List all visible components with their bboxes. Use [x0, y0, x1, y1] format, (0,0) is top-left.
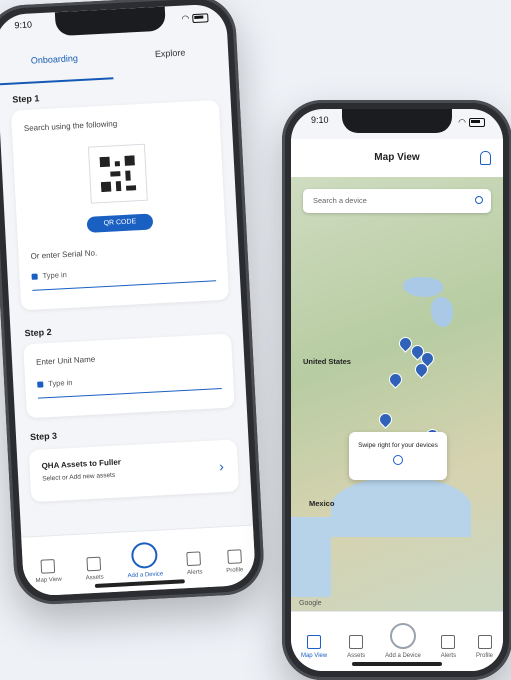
status-time: 9:10 — [311, 115, 329, 125]
step2-card: Enter Unit Name Type in — [23, 333, 235, 419]
swipe-hint-card[interactable]: Swipe right for your devices — [349, 432, 447, 480]
wifi-icon: ◠ — [181, 12, 190, 24]
alert-icon — [186, 551, 202, 567]
search-icon — [475, 196, 483, 204]
step2-instruction: Enter Unit Name — [35, 354, 96, 367]
great-lakes — [403, 277, 443, 297]
tab-label: Map View — [35, 576, 62, 585]
unit-placeholder: Type in — [48, 377, 73, 389]
unit-name-input[interactable]: Type in — [37, 370, 222, 399]
map[interactable]: Search a device United States Mexico Swi… — [291, 177, 503, 611]
tab-label: Add a Device — [127, 571, 164, 580]
google-logo: Google — [299, 600, 322, 607]
great-lakes — [431, 297, 453, 327]
chevron-right-icon: › — [218, 458, 225, 475]
search-placeholder: Search a device — [313, 196, 367, 205]
tab-label: Alerts — [440, 653, 457, 659]
tabbar-profile[interactable]: Profile — [476, 635, 493, 659]
wifi-icon: ◠ — [458, 116, 466, 127]
qr-code-button[interactable]: QR CODE — [86, 213, 154, 233]
refresh-icon — [393, 455, 403, 465]
tabbar-map-view[interactable]: Map View — [34, 559, 62, 585]
tab-label: Alerts — [186, 569, 203, 577]
alert-icon — [441, 635, 456, 649]
map-label-us: United States — [303, 357, 351, 366]
user-icon — [477, 635, 492, 649]
tab-label: Map View — [300, 653, 328, 659]
tabbar-add-device[interactable]: Add a Device — [127, 541, 164, 580]
map-label-mexico: Mexico — [309, 499, 335, 508]
step3-card[interactable]: QHA Assets to Fuller Select or Add new a… — [28, 439, 240, 503]
tabbar-profile[interactable]: Profile — [225, 549, 243, 574]
gulf-of-mexico — [331, 477, 471, 537]
step1-card: Search using the following QR CODE Or en… — [10, 99, 230, 311]
user-icon[interactable] — [480, 151, 491, 165]
top-tabs: Onboarding Explore — [0, 33, 229, 86]
search-input[interactable]: Search a device — [303, 189, 491, 213]
step1-label: Step 1 — [12, 93, 40, 105]
tab-label: Profile — [476, 653, 494, 659]
step2-label: Step 2 — [24, 326, 52, 339]
battery-icon — [192, 12, 209, 23]
map-icon — [40, 559, 56, 574]
document-icon — [349, 635, 364, 649]
home-indicator — [352, 662, 442, 666]
battery-icon — [469, 117, 485, 127]
tabbar-alerts[interactable]: Alerts — [441, 635, 456, 659]
status-time: 9:10 — [14, 19, 33, 31]
phone-onboarding: 9:10 ◠ Onboarding Explore Step 1 Search … — [0, 0, 266, 607]
tab-label: Add a Device — [385, 653, 421, 659]
tab-label: Assets — [347, 653, 366, 659]
tabbar-assets[interactable]: Assets — [347, 635, 365, 659]
map-pin-icon[interactable] — [376, 410, 395, 429]
add-device-icon — [130, 541, 159, 570]
document-icon — [86, 556, 102, 572]
map-icon — [307, 635, 322, 649]
tabbar-assets[interactable]: Assets — [85, 556, 104, 582]
step1-instruction: Search using the following — [23, 119, 118, 134]
page-title: Map View — [291, 139, 503, 177]
tab-onboarding[interactable]: Onboarding — [0, 39, 114, 86]
step3-label: Step 3 — [29, 430, 58, 443]
add-device-icon — [389, 623, 416, 649]
map-pin-icon[interactable] — [386, 370, 405, 389]
notch — [54, 6, 166, 37]
step3-subtitle: Select or Add new assets — [42, 471, 116, 483]
serial-placeholder: Type in — [42, 270, 68, 281]
tag-icon — [37, 381, 44, 388]
notch — [342, 109, 452, 133]
bottom-tabbar: Map View Assets Add a Device Alerts Prof… — [21, 524, 257, 597]
swipe-hint-text: Swipe right for your devices — [358, 442, 438, 449]
tag-icon — [31, 273, 38, 280]
qr-code-icon — [87, 143, 148, 204]
serial-label: Or enter Serial No. — [30, 248, 98, 261]
tabbar-map-view[interactable]: Map View — [301, 635, 327, 659]
tab-label: Profile — [226, 567, 244, 575]
pacific-ocean — [291, 517, 331, 597]
user-icon — [226, 549, 242, 564]
tab-explore[interactable]: Explore — [111, 33, 229, 79]
tabbar-alerts[interactable]: Alerts — [186, 551, 203, 576]
phone-map-view: 9:10 ◠ Map View Search a device United S… — [282, 100, 511, 680]
onboarding-screen: 9:10 ◠ Onboarding Explore Step 1 Search … — [0, 3, 257, 597]
step3-title: QHA Assets to Fuller — [41, 457, 122, 471]
map-screen: 9:10 ◠ Map View Search a device United S… — [291, 109, 503, 671]
serial-input[interactable]: Type in — [31, 262, 217, 291]
tabbar-add-device[interactable]: Add a Device — [385, 623, 421, 659]
tab-label: Assets — [85, 574, 104, 582]
